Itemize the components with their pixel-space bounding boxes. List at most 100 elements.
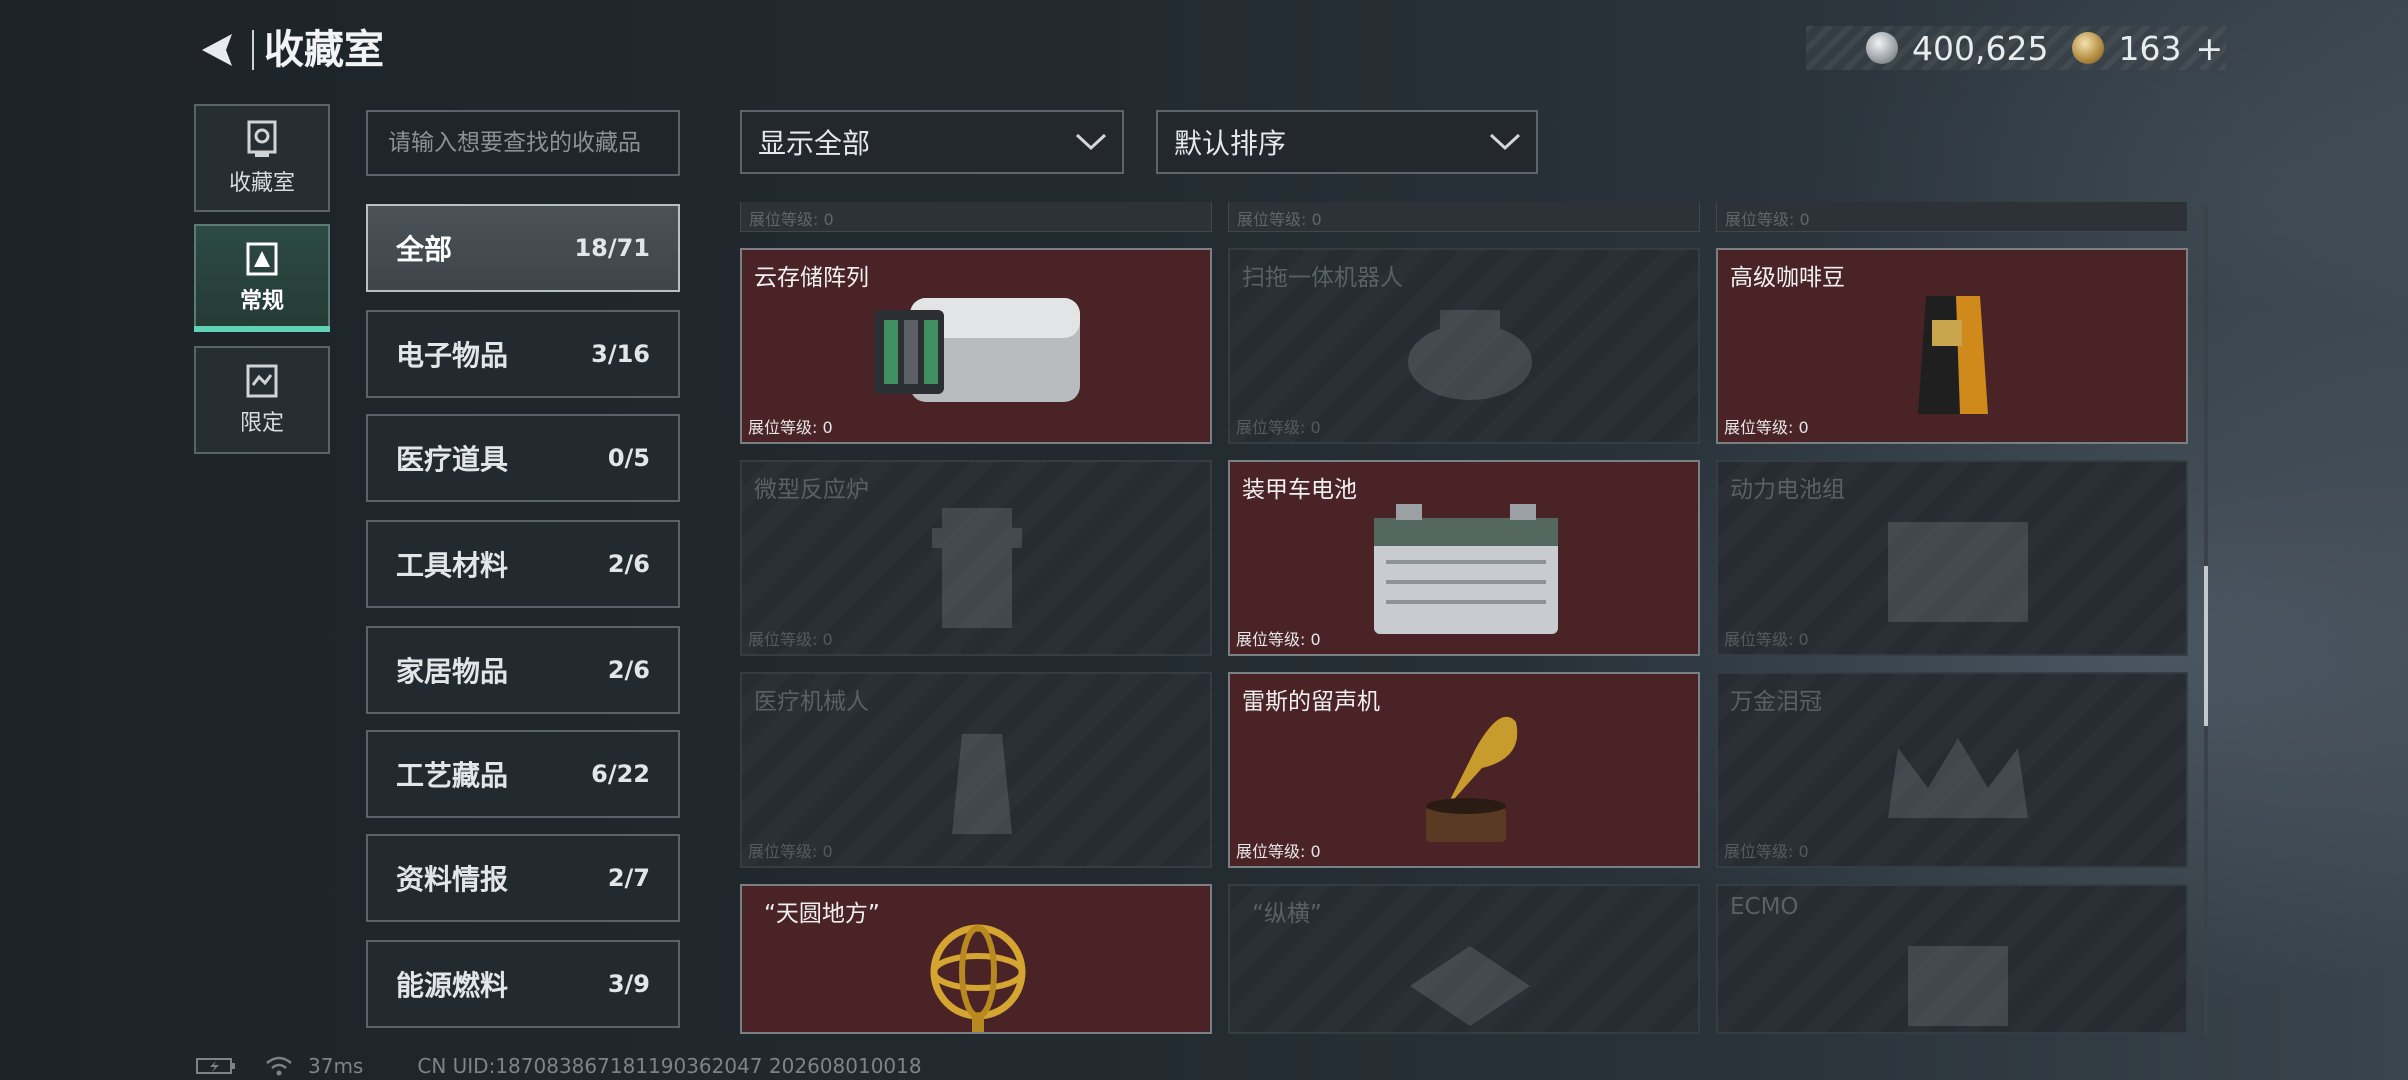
card-level: 展位等级: 0 [1724,418,1809,437]
card-title: 高级咖啡豆 [1730,265,1845,291]
wifi-icon [266,1056,292,1076]
back-button[interactable] [192,24,244,76]
collection-card[interactable]: 云存储阵列 展位等级: 0 [740,248,1212,444]
category-count: 2/7 [607,864,650,892]
nav-label: 常规 [239,289,284,314]
collection-card[interactable]: “纵横” [1228,884,1700,1034]
nav-label: 收藏室 [228,171,295,196]
card-level: 展位等级: 0 [748,630,833,649]
gold-coin-icon [2072,32,2105,64]
go-board-silhouette [1410,946,1530,1026]
category-count: 2/6 [607,656,650,684]
card-title: 万金泪冠 [1730,689,1822,715]
category-electronics[interactable]: 电子物品 3/16 [366,310,680,398]
power-battery-pack-silhouette [1888,522,2028,622]
card-level: 展位等级: 0 [1236,418,1321,437]
collection-card[interactable]: 装甲车电池 展位等级: 0 [1228,460,1700,656]
cloud-storage-array-image [874,298,1080,402]
card-stub: 展位等级: 0 [1228,202,1700,232]
card-title: 动力电池组 [1730,477,1845,503]
limited-icon [246,364,278,398]
collection-card[interactable]: 高级咖啡豆 展位等级: 0 [1716,248,2188,444]
collection-card[interactable]: 万金泪冠 展位等级: 0 [1716,672,2188,868]
category-name: 全部 [396,233,453,266]
category-intel[interactable]: 资料情报 2/7 [366,834,680,922]
card-stub: 展位等级: 0 [1716,202,2188,232]
card-level: 展位等级: 0 [1724,842,1809,861]
nav-limited[interactable]: 限定 [194,346,330,454]
card-title: “天圆地方” [764,901,880,927]
grid-scrollbar-thumb[interactable] [2204,566,2208,726]
battery-icon [196,1058,235,1074]
category-name: 工艺藏品 [396,759,509,792]
collection-card[interactable]: 雷斯的留声机 展位等级: 0 [1228,672,1700,868]
category-name: 工具材料 [396,549,509,582]
silver-currency-value: 400,625 [1912,28,2049,68]
sort-dropdown[interactable]: 默认排序 [1156,110,1538,174]
card-title: 扫拖一体机器人 [1242,265,1403,291]
collection-card[interactable]: “天圆地方” [740,884,1212,1034]
status-footer: 37ms CN UID:187083867181190362047 202608… [196,1054,922,1078]
display-filter-dropdown[interactable]: 显示全部 [740,110,1124,174]
category-medical[interactable]: 医疗道具 0/5 [366,414,680,502]
display-filter-value: 显示全部 [758,127,871,160]
micro-reactor-silhouette [932,508,1022,628]
category-all[interactable]: 全部 18/71 [366,204,680,292]
card-stub: 展位等级: 0 [740,202,1212,232]
nav-collection-room[interactable]: 收藏室 [194,104,330,212]
page-title: 收藏室 [264,27,384,73]
collection-card[interactable]: ECMO [1716,884,2188,1034]
sort-value: 默认排序 [1174,127,1287,160]
collection-search-input[interactable] [366,110,680,176]
category-count: 18/71 [574,234,650,262]
armillary-sphere-image [930,924,1026,1032]
category-count: 6/22 [591,760,650,788]
card-level: 展位等级: 0 [748,842,833,861]
nav-label: 限定 [239,411,284,436]
medical-robot-silhouette [952,734,1012,834]
category-count: 2/6 [607,550,650,578]
add-currency-button[interactable]: + [2195,29,2223,68]
category-count: 3/9 [607,970,650,998]
card-title: 雷斯的留声机 [1242,689,1380,715]
category-name: 电子物品 [396,339,509,372]
category-energy[interactable]: 能源燃料 3/9 [366,940,680,1028]
category-name: 资料情报 [396,863,509,896]
collection-card[interactable]: 动力电池组 展位等级: 0 [1716,460,2188,656]
collection-card[interactable]: 扫拖一体机器人 展位等级: 0 [1228,248,1700,444]
category-name: 家居物品 [396,655,509,688]
category-crafts[interactable]: 工艺藏品 6/22 [366,730,680,818]
uid-text: CN UID:187083867181190362047 20260801001… [417,1054,922,1078]
chevron-down-icon [1489,133,1521,151]
collection-card[interactable]: 医疗机械人 展位等级: 0 [740,672,1212,868]
collection-card[interactable]: 微型反应炉 展位等级: 0 [740,460,1212,656]
currency-bar: 400,625 163 + [1806,26,2226,70]
collection-grid: 展位等级: 0 展位等级: 0 展位等级: 0 云存储阵列 展位等级: 0 扫拖… [740,202,2188,1034]
coffee-bag-image [1918,296,1988,414]
collection-room-icon [247,120,277,157]
header-divider [252,30,254,70]
category-name: 医疗道具 [396,443,509,476]
ping-value: 37ms [308,1054,364,1078]
robot-vacuum-silhouette [1408,310,1532,400]
card-level: 展位等级: 0 [1236,630,1321,649]
card-level: 展位等级: 0 [1724,630,1809,649]
card-title: 医疗机械人 [754,689,869,715]
ecmo-machine-silhouette [1908,946,2008,1026]
category-tools[interactable]: 工具材料 2/6 [366,520,680,608]
card-level: 展位等级: 0 [748,418,833,437]
category-count: 0/5 [607,444,650,472]
silver-coin-icon [1866,32,1898,64]
category-household[interactable]: 家居物品 2/6 [366,626,680,714]
nav-regular[interactable]: 常规 [194,224,330,332]
regular-icon [246,242,278,276]
card-title: 云存储阵列 [754,265,869,291]
card-level: 展位等级: 0 [1236,842,1321,861]
gramophone-image [1426,716,1518,842]
crown-silhouette [1888,738,2028,818]
armored-vehicle-battery-image [1374,504,1558,634]
card-title: “纵横” [1252,901,1322,927]
category-count: 3/16 [591,340,650,368]
card-title: ECMO [1730,894,1799,920]
category-name: 能源燃料 [396,969,509,1002]
